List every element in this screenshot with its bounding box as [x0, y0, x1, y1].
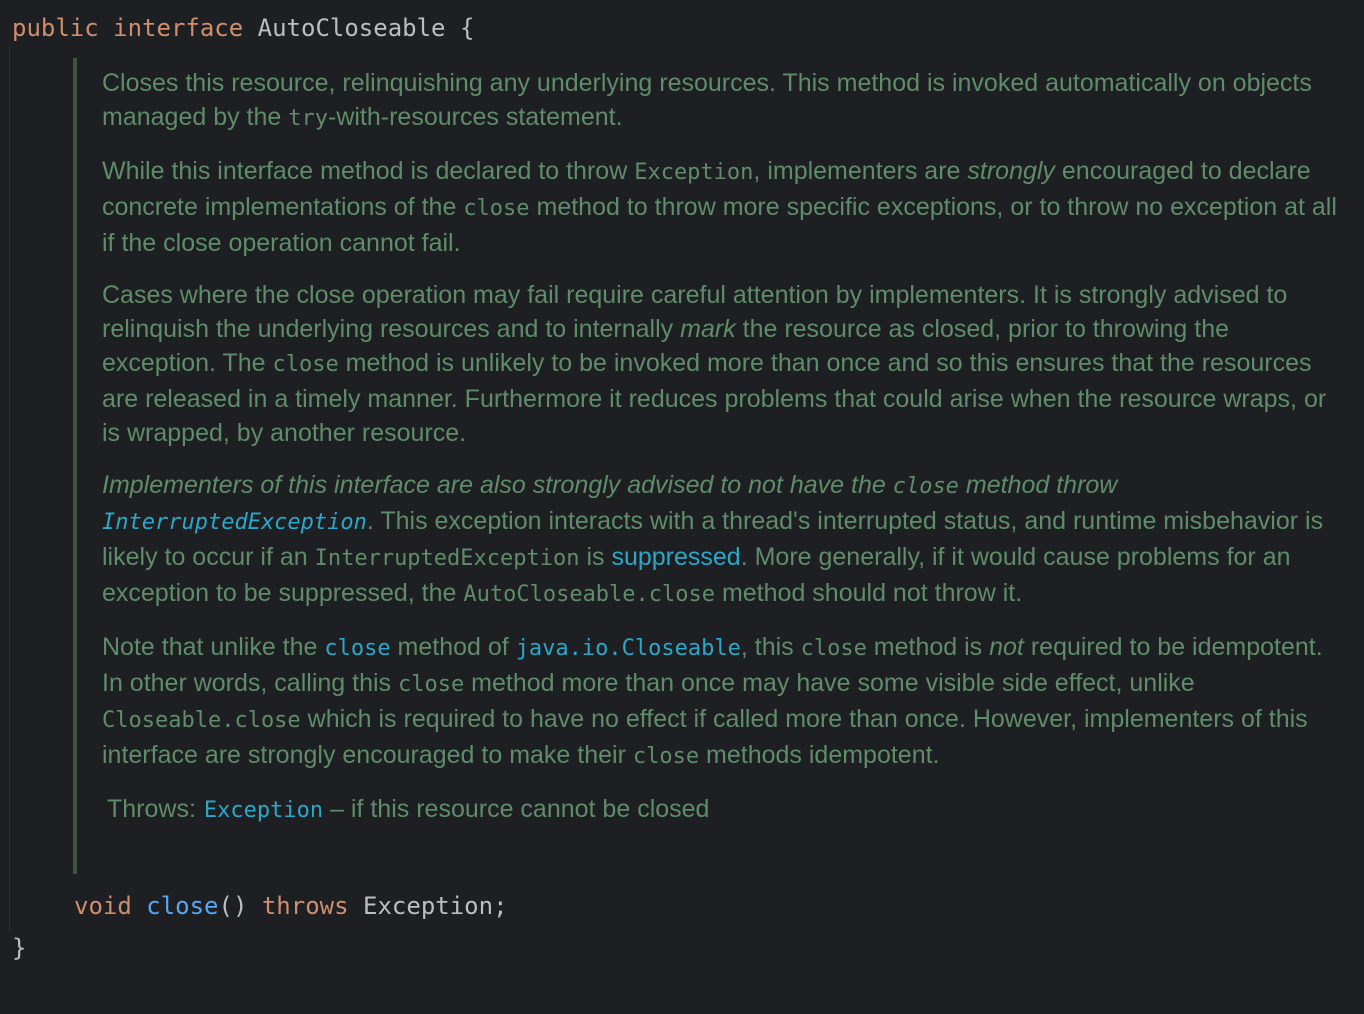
javadoc-content: Closes this resource, relinquishing any … [102, 66, 1342, 828]
inline-code-try: try [288, 106, 328, 131]
inline-code-close: close [800, 636, 867, 661]
keyword-void: void [74, 892, 132, 920]
throws-description: – if this resource cannot be closed [323, 795, 710, 823]
brace-close: } [12, 934, 27, 962]
brace-close-line[interactable]: } [12, 932, 26, 964]
inline-code-close: close [397, 672, 465, 697]
doc-paragraph-1: Closes this resource, relinquishing any … [102, 69, 1312, 131]
method-parens: () [218, 892, 248, 920]
inline-code-close: close [632, 744, 700, 769]
link-interrupted-exception[interactable]: InterruptedException [102, 510, 367, 535]
throws-label: Throws: [107, 795, 196, 823]
keyword-throws: throws [261, 892, 349, 920]
doc-paragraph-4: Implementers of this interface are also … [102, 471, 1324, 607]
doc-paragraph-3: Cases where the close operation may fail… [102, 281, 1327, 447]
link-suppressed[interactable]: suppressed [611, 543, 740, 571]
method-name-close[interactable]: close [146, 892, 218, 920]
inline-code-close: close [892, 474, 959, 499]
brace-open: { [459, 14, 475, 42]
emphasis-mark: mark [680, 315, 736, 343]
indent-guide [9, 46, 10, 934]
interface-declaration-line[interactable]: public interface AutoCloseable { [12, 12, 474, 44]
emphasis-not: not [989, 633, 1024, 661]
link-java-io-closeable[interactable]: java.io.Closeable [516, 636, 741, 661]
inline-code-interrupted-exception: InterruptedException [314, 546, 580, 571]
emphasis-strongly: strongly [967, 157, 1055, 185]
inline-code-closeable-close: Closeable.close [102, 708, 301, 733]
exception-type[interactable]: Exception [363, 892, 493, 920]
method-declaration-line[interactable]: void close() throws Exception; [74, 890, 508, 922]
keyword-interface: interface [113, 14, 244, 42]
keyword-public: public [12, 14, 99, 42]
link-throws-exception[interactable]: Exception [204, 798, 323, 823]
inline-code-exception: Exception [634, 160, 754, 185]
inline-code-close: close [272, 352, 339, 377]
doc-paragraph-2: While this interface method is declared … [102, 157, 1337, 257]
inline-code-close: close [463, 196, 530, 221]
link-close[interactable]: close [324, 636, 390, 661]
throws-section: Throws: Exception – if this resource cann… [102, 792, 1342, 828]
inline-code-autocloseable-close: AutoCloseable.close [463, 582, 716, 607]
semicolon: ; [493, 892, 508, 920]
doc-paragraph-5: Note that unlike the close method of jav… [102, 633, 1323, 769]
interface-name[interactable]: AutoCloseable [258, 14, 446, 42]
